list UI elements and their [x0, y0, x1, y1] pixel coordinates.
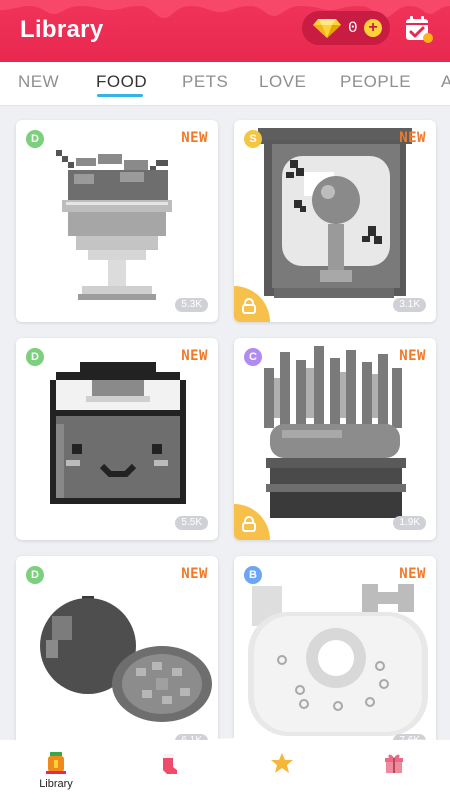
library-bell-icon: [46, 752, 66, 774]
tab-partial[interactable]: A: [441, 72, 450, 92]
add-gems-button[interactable]: +: [364, 19, 382, 37]
play-count: 1.9K: [393, 516, 426, 530]
sundae-icon: [56, 150, 172, 300]
nav-library-label: Library: [39, 778, 73, 790]
new-badge: NEW: [399, 130, 426, 146]
tier-badge: B: [244, 566, 262, 584]
burger-icon: [264, 346, 406, 518]
lock-icon: [242, 298, 256, 314]
stocking-icon: [163, 754, 177, 774]
artwork-card[interactable]: S NEW 3.1K: [234, 120, 436, 322]
tier-badge: D: [26, 348, 44, 366]
tier-badge: D: [26, 566, 44, 584]
new-badge: NEW: [399, 566, 426, 582]
new-badge: NEW: [181, 566, 208, 582]
tab-pets[interactable]: PETS: [182, 72, 228, 92]
app-header: Library 0 +: [0, 0, 450, 62]
snow-edge-decoration: [0, 738, 450, 750]
category-tabs: NEW FOOD PETS LOVE PEOPLE A: [0, 62, 450, 106]
sushi-roll-icon: [50, 362, 186, 504]
gem-balance[interactable]: 0 +: [302, 11, 390, 45]
artwork-card[interactable]: B NEW 7.6K: [234, 556, 436, 758]
calendar-checkin-icon[interactable]: [404, 14, 434, 44]
diamond-icon: [313, 19, 341, 38]
donut-icon: [248, 584, 428, 736]
bottom-navigation: Library: [0, 738, 450, 800]
app-root: Library 0 + NEW FOOD PETS LOVE PEOPLE A: [0, 0, 450, 800]
tab-people[interactable]: PEOPLE: [340, 72, 411, 92]
tab-love[interactable]: LOVE: [259, 72, 306, 92]
page-title: Library: [20, 16, 104, 43]
active-tab-indicator: [97, 94, 143, 97]
artwork-card[interactable]: D NEW 5.3K: [16, 120, 218, 322]
gem-count: 0: [348, 19, 358, 37]
tier-badge: D: [26, 130, 44, 148]
tab-food[interactable]: FOOD: [96, 72, 147, 92]
lock-icon: [242, 516, 256, 532]
nav-library[interactable]: Library: [26, 750, 86, 794]
artwork-card[interactable]: D NEW 5.5K: [16, 338, 218, 540]
play-count: 3.1K: [393, 298, 426, 312]
play-count: 5.3K: [175, 298, 208, 312]
new-badge: NEW: [399, 348, 426, 364]
nav-stocking[interactable]: [138, 750, 198, 794]
new-badge: NEW: [181, 130, 208, 146]
tier-badge: S: [244, 130, 262, 148]
egg-toast-icon: [258, 128, 412, 298]
tomato-icon: [40, 596, 212, 722]
nav-star[interactable]: [252, 750, 312, 794]
tier-badge: C: [244, 348, 262, 366]
artwork-card[interactable]: C NEW 1.9K: [234, 338, 436, 540]
new-badge: NEW: [181, 348, 208, 364]
nav-gift[interactable]: [364, 750, 424, 794]
star-icon: [271, 753, 293, 773]
artwork-card[interactable]: D NEW 6.1K: [16, 556, 218, 758]
play-count: 5.5K: [175, 516, 208, 530]
tab-new[interactable]: NEW: [18, 72, 59, 92]
gift-icon: [385, 754, 403, 773]
